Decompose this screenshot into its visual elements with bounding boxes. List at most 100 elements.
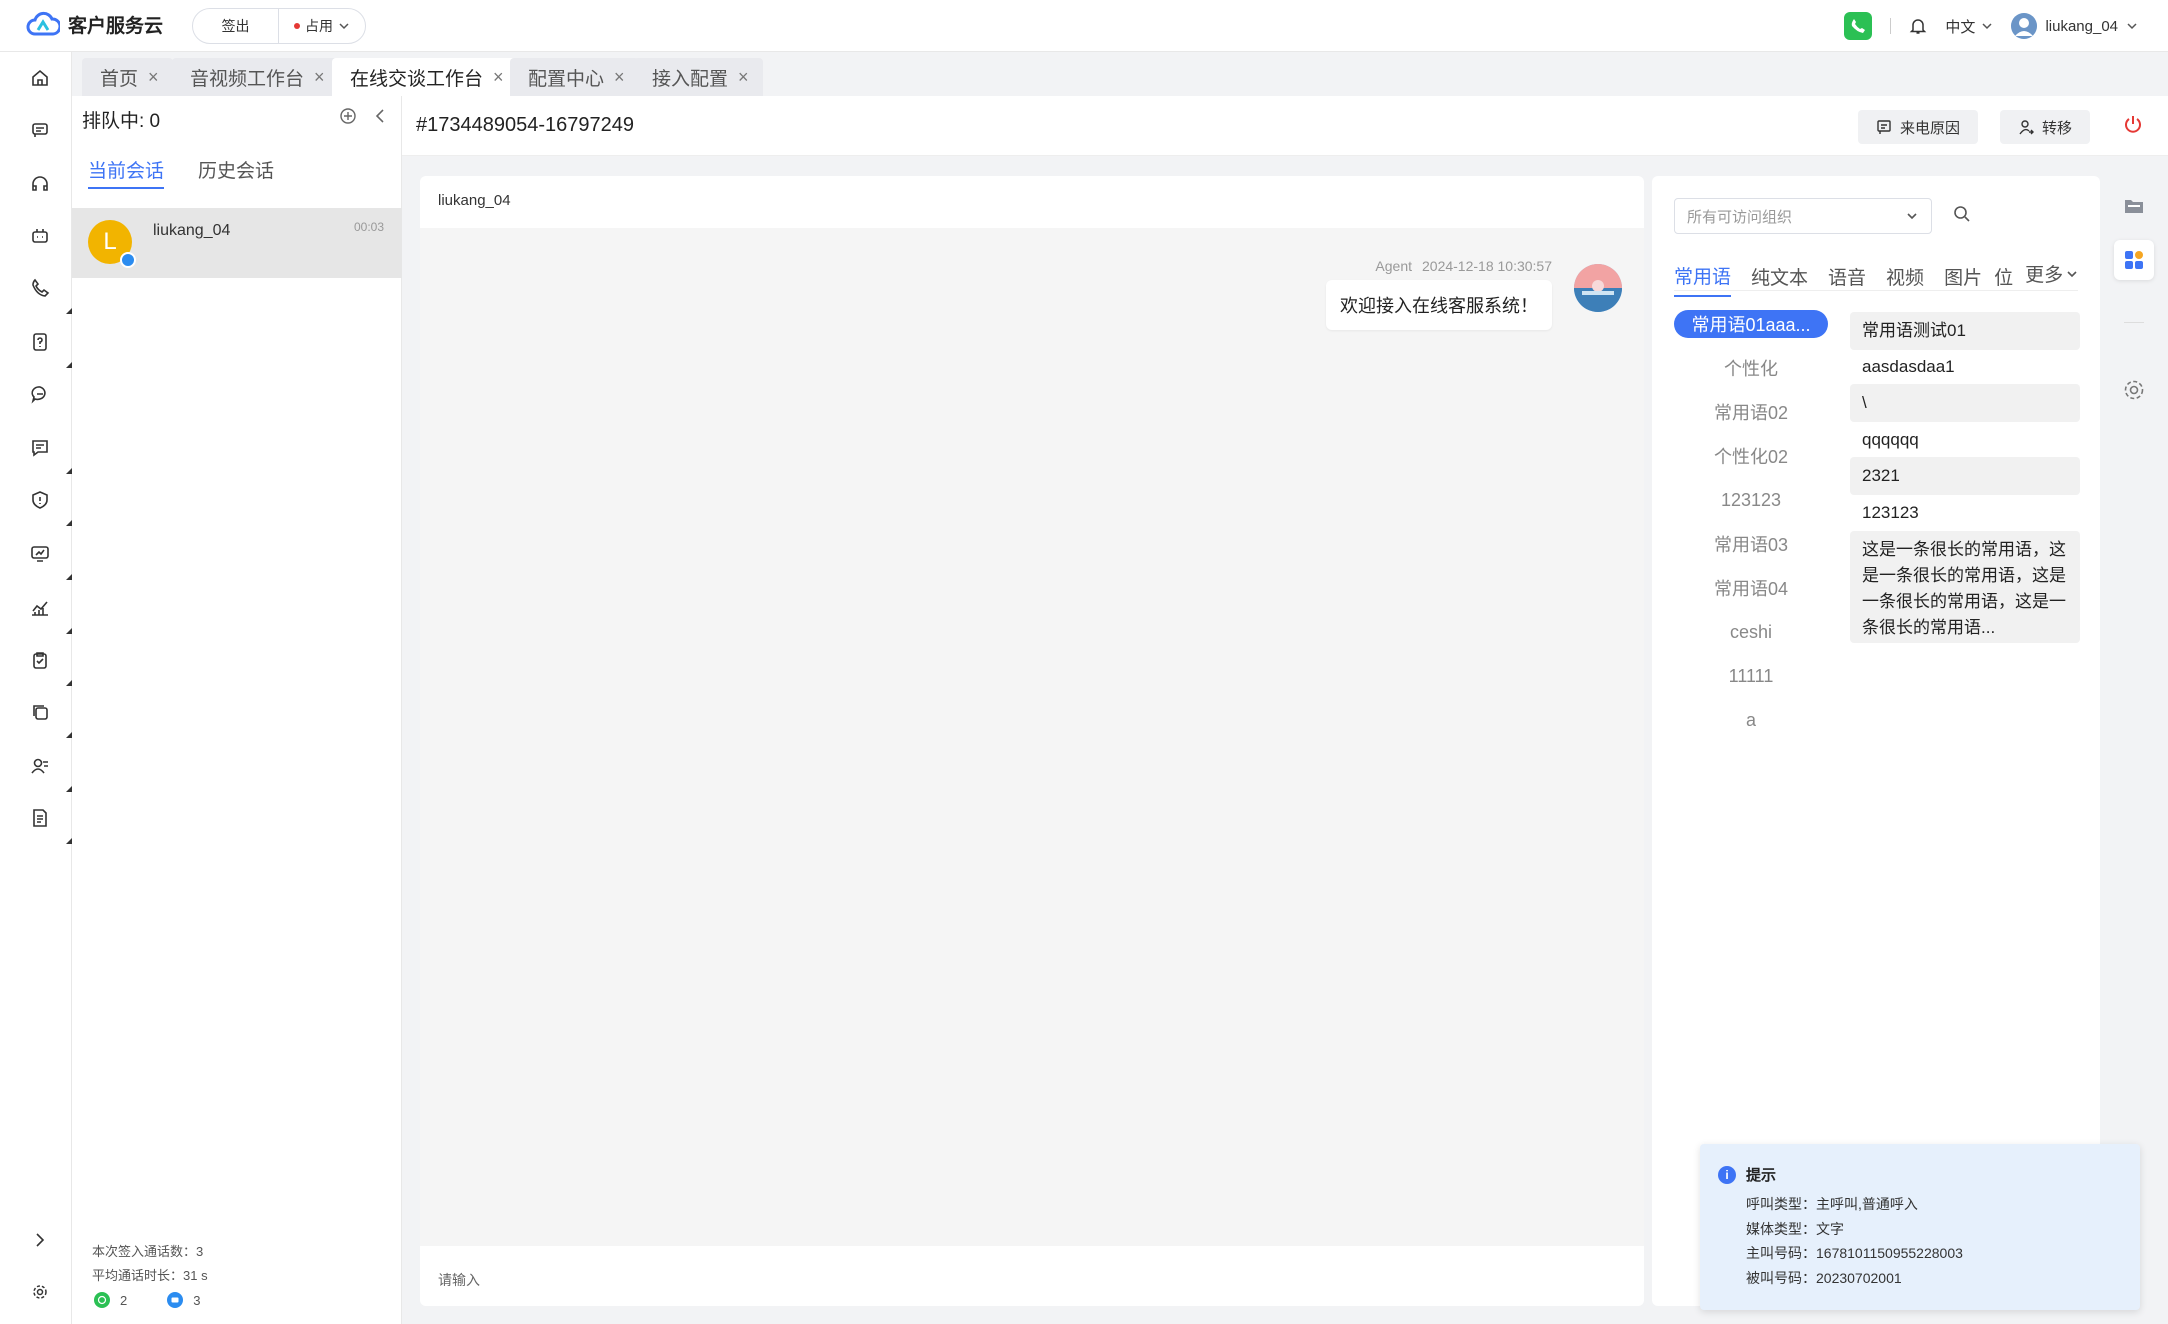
category-item[interactable]: 123123 [1674,486,1828,514]
category-item[interactable]: 常用语03 [1674,530,1828,558]
tab-location[interactable]: 位 [1994,263,2013,296]
tab-video[interactable]: 视频 [1886,263,1924,296]
message-bubble: 欢迎接入在线客服系统！ [1326,280,1552,330]
message-input[interactable]: 请输入 [420,1246,1644,1306]
nav-tasks[interactable] [20,640,72,686]
gear-icon [2122,378,2146,402]
chart-icon [30,598,50,618]
nav-expand[interactable] [20,1220,60,1260]
nav-help[interactable] [20,322,72,368]
tab-current-sessions[interactable]: 当前会话 [88,156,165,189]
tab-history-sessions[interactable]: 历史会话 [198,156,274,189]
tab-plain-text[interactable]: 纯文本 [1751,263,1808,296]
nav-documents[interactable] [20,692,72,738]
divider [1890,18,1892,34]
notification-body: 呼叫类型：主呼叫,普通呼入 媒体类型：文字 主叫号码：1678101150955… [1746,1192,1963,1290]
headset-icon [30,174,50,194]
close-icon[interactable]: × [493,67,504,88]
chat-user-name: liukang_04 [438,192,511,209]
message-list-icon [30,438,50,458]
nav-tickets[interactable] [20,110,60,150]
category-item[interactable]: 11111 [1674,662,1828,690]
bell-icon[interactable] [1909,17,1927,35]
busy-status-dropdown[interactable]: 占用 [279,9,365,43]
tab-home[interactable]: 首页 × [82,58,173,96]
tab-label: 接入配置 [652,68,729,90]
nav-users[interactable] [20,746,72,792]
nav-calls[interactable] [20,268,72,314]
folder-tool[interactable] [2114,186,2154,226]
chevron-left-icon[interactable] [370,106,390,126]
close-icon[interactable]: × [738,67,749,88]
top-bar: 客户服务云 签出 占用 中文 liukang_04 [0,0,2168,52]
quick-reply-item[interactable]: 123123 [1850,494,2080,532]
tab-audio-video[interactable]: 音视频工作台 × [172,58,339,96]
nav-home[interactable] [20,58,60,98]
nav-files[interactable] [20,798,72,844]
settings-tool[interactable] [2114,370,2154,410]
category-item[interactable]: 常用语01aaa... [1674,310,1828,338]
tab-label: 音视频工作台 [190,68,305,90]
apps-tool[interactable] [2114,240,2154,280]
quick-reply-item[interactable]: 2321 [1850,457,2080,495]
category-item[interactable]: 个性化02 [1674,442,1828,470]
notification-title: 提示 [1746,1167,1777,1184]
category-item[interactable]: 常用语02 [1674,398,1828,426]
close-icon[interactable]: × [148,67,159,88]
quick-reply-item[interactable]: qqqqqq [1850,421,2080,459]
more-label: 更多 [2025,265,2064,286]
notification-media-type: 媒体类型：文字 [1746,1220,1844,1237]
nav-settings[interactable] [20,1272,60,1312]
category-item[interactable]: 常用语04 [1674,574,1828,602]
tab-common-phrases[interactable]: 常用语 [1674,262,1732,297]
call-reason-label: 来电原因 [1900,119,1961,137]
nav-chat[interactable] [20,374,60,414]
tab-config-center[interactable]: 配置中心 × [510,58,639,96]
cloud-logo-icon [26,10,60,38]
username: liukang_04 [2045,17,2118,35]
quick-reply-item[interactable]: 常用语测试01 [1850,312,2080,350]
add-circle-icon[interactable] [338,106,358,126]
category-item[interactable]: a [1674,706,1828,734]
phone-button[interactable] [1844,12,1873,40]
close-icon[interactable]: × [614,67,625,88]
quick-reply-item[interactable]: 这是一条很长的常用语，这是一条很长的常用语，这是一条很长的常用语，这是一条很长的… [1850,531,2080,643]
nav-security[interactable] [20,480,72,526]
agent-status-control: 签出 占用 [192,8,366,44]
tab-access-config[interactable]: 接入配置 × [634,58,763,96]
nav-audio-video[interactable] [20,164,60,204]
tab-image[interactable]: 图片 [1944,263,1982,296]
phone-icon [1850,18,1866,34]
more-tabs-dropdown[interactable]: 更多 [2025,260,2079,299]
shield-icon [30,490,50,510]
category-item[interactable]: 个性化 [1674,354,1828,382]
session-list-item[interactable]: L liukang_04 00:03 [72,208,402,278]
nav-messages[interactable] [20,428,72,474]
quick-reply-item[interactable]: \ [1850,384,2080,422]
quick-reply-item[interactable]: aasdasdaa1 [1850,348,2080,386]
close-icon[interactable]: × [314,67,325,88]
tab-online-chat[interactable]: 在线交谈工作台 × [332,58,518,96]
language-dropdown[interactable]: 中文 [1945,16,1993,37]
session-stats: 本次签入通话数：3 平均通话时长：31 s [92,1240,208,1288]
tab-voice[interactable]: 语音 [1828,263,1866,296]
nav-reports[interactable] [20,588,72,634]
user-list-icon [30,756,50,776]
chevron-down-icon [2065,267,2079,287]
user-menu[interactable]: liukang_04 [2011,13,2138,39]
call-reason-button[interactable]: 来电原因 [1858,110,1979,144]
transfer-button[interactable]: 转移 [2000,110,2091,144]
copy-icon [30,702,50,722]
whatsapp-icon [94,1292,110,1308]
power-icon[interactable] [2122,114,2144,136]
nav-monitor[interactable] [20,534,72,580]
signout-button[interactable]: 签出 [193,9,279,43]
search-icon[interactable] [1952,204,1972,224]
file-icon [30,808,50,828]
organization-select[interactable]: 所有可访问组织 [1674,198,1932,234]
session-panel: 排队中: 0 当前会话 历史会话 L liukang_04 00:03 本次签入… [72,96,402,1324]
category-item[interactable]: ceshi [1674,618,1828,646]
right-toolbar [2100,176,2168,1306]
nav-robot[interactable] [20,216,60,256]
chat-window: liukang_04 Agent 2024-12-18 10:30:57 欢迎接… [420,176,1644,1306]
